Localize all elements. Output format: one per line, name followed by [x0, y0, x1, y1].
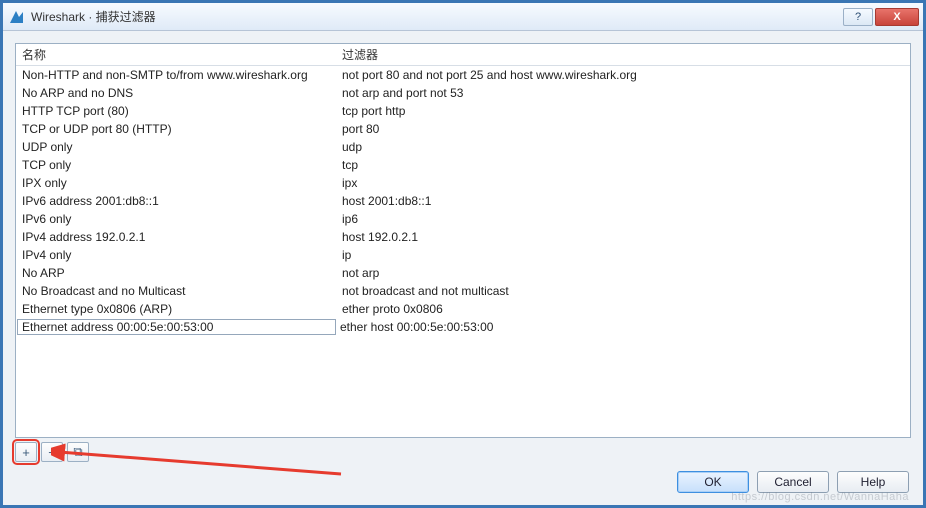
- column-header-name[interactable]: 名称: [16, 46, 338, 63]
- filter-name-cell: No Broadcast and no Multicast: [16, 284, 338, 298]
- filter-list[interactable]: 名称 过滤器 Non-HTTP and non-SMTP to/from www…: [15, 43, 911, 438]
- filter-name-cell: IPv6 address 2001:db8::1: [16, 194, 338, 208]
- table-row[interactable]: IPv6 onlyip6: [16, 210, 910, 228]
- filter-name-cell: Non-HTTP and non-SMTP to/from www.wiresh…: [16, 68, 338, 82]
- minus-icon: −: [48, 445, 56, 460]
- add-button[interactable]: +: [15, 442, 37, 462]
- filter-expr-cell: ether host 00:00:5e:00:53:00: [336, 320, 910, 334]
- dialog-button-bar: OK Cancel Help: [677, 471, 909, 493]
- filter-expr-cell: not port 80 and not port 25 and host www…: [338, 68, 910, 82]
- table-row[interactable]: No ARP and no DNSnot arp and port not 53: [16, 84, 910, 102]
- table-row[interactable]: Non-HTTP and non-SMTP to/from www.wiresh…: [16, 66, 910, 84]
- table-row[interactable]: Ethernet type 0x0806 (ARP)ether proto 0x…: [16, 300, 910, 318]
- filter-name-cell[interactable]: Ethernet address 00:00:5e:00:53:00: [17, 319, 336, 335]
- filter-name-cell: UDP only: [16, 140, 338, 154]
- filter-expr-cell: port 80: [338, 122, 910, 136]
- filter-name-cell: No ARP and no DNS: [16, 86, 338, 100]
- table-row[interactable]: IPv4 address 192.0.2.1host 192.0.2.1: [16, 228, 910, 246]
- filter-expr-cell: ip6: [338, 212, 910, 226]
- table-row[interactable]: TCP or UDP port 80 (HTTP)port 80: [16, 120, 910, 138]
- filter-expr-cell: tcp: [338, 158, 910, 172]
- filter-expr-cell: udp: [338, 140, 910, 154]
- column-header-filter[interactable]: 过滤器: [338, 46, 910, 63]
- filter-expr-cell: ipx: [338, 176, 910, 190]
- table-row[interactable]: TCP onlytcp: [16, 156, 910, 174]
- help-button[interactable]: Help: [837, 471, 909, 493]
- filter-expr-cell: not arp: [338, 266, 910, 280]
- list-toolbar: + − ⧉: [15, 442, 911, 462]
- filter-name-cell: TCP only: [16, 158, 338, 172]
- ok-button[interactable]: OK: [677, 471, 749, 493]
- filter-name-cell: IPv4 only: [16, 248, 338, 262]
- table-row[interactable]: IPv4 onlyip: [16, 246, 910, 264]
- filter-name-cell: IPv4 address 192.0.2.1: [16, 230, 338, 244]
- copy-icon: ⧉: [73, 444, 82, 460]
- filter-name-cell: Ethernet type 0x0806 (ARP): [16, 302, 338, 316]
- filter-name-cell: No ARP: [16, 266, 338, 280]
- table-row[interactable]: Ethernet address 00:00:5e:00:53:00ether …: [16, 318, 910, 336]
- filter-name-cell: HTTP TCP port (80): [16, 104, 338, 118]
- titlebar-help-button[interactable]: ?: [843, 8, 873, 26]
- list-header: 名称 过滤器: [16, 44, 910, 66]
- filter-expr-cell: host 192.0.2.1: [338, 230, 910, 244]
- copy-button[interactable]: ⧉: [67, 442, 89, 462]
- filter-expr-cell: host 2001:db8::1: [338, 194, 910, 208]
- titlebar: Wireshark · 捕获过滤器 ? X: [3, 3, 923, 31]
- filter-expr-cell: ether proto 0x0806: [338, 302, 910, 316]
- remove-button[interactable]: −: [41, 442, 63, 462]
- plus-icon: +: [22, 445, 30, 460]
- table-row[interactable]: UDP onlyudp: [16, 138, 910, 156]
- table-row[interactable]: IPX onlyipx: [16, 174, 910, 192]
- filter-name-cell: TCP or UDP port 80 (HTTP): [16, 122, 338, 136]
- table-row[interactable]: No ARPnot arp: [16, 264, 910, 282]
- dialog-content: 名称 过滤器 Non-HTTP and non-SMTP to/from www…: [3, 31, 923, 505]
- table-row[interactable]: HTTP TCP port (80)tcp port http: [16, 102, 910, 120]
- filter-expr-cell: not arp and port not 53: [338, 86, 910, 100]
- cancel-button[interactable]: Cancel: [757, 471, 829, 493]
- filter-expr-cell: ip: [338, 248, 910, 262]
- filter-expr-cell: not broadcast and not multicast: [338, 284, 910, 298]
- annotation-arrow: [51, 438, 351, 478]
- titlebar-close-button[interactable]: X: [875, 8, 919, 26]
- filter-expr-cell: tcp port http: [338, 104, 910, 118]
- table-row[interactable]: No Broadcast and no Multicastnot broadca…: [16, 282, 910, 300]
- window-title: Wireshark · 捕获过滤器: [31, 8, 156, 25]
- list-rows: Non-HTTP and non-SMTP to/from www.wiresh…: [16, 66, 910, 336]
- wireshark-fin-icon: [9, 9, 25, 25]
- filter-name-cell: IPv6 only: [16, 212, 338, 226]
- filter-name-cell: IPX only: [16, 176, 338, 190]
- table-row[interactable]: IPv6 address 2001:db8::1host 2001:db8::1: [16, 192, 910, 210]
